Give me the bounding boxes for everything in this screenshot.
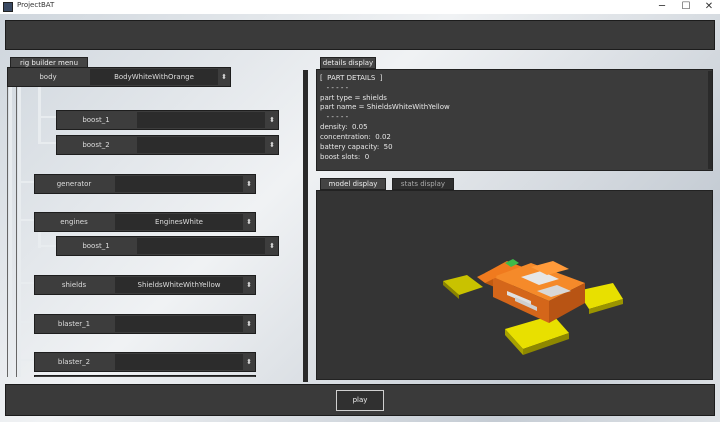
part-label: blaster_2	[57, 358, 91, 366]
top-toolbar	[5, 20, 715, 50]
tree-branch	[18, 282, 34, 284]
part-select-blaster-2[interactable]: blaster_2 ⬍	[34, 352, 256, 372]
part-select-shields[interactable]: shields ShieldsWhiteWithYellow ⬍	[34, 275, 256, 295]
model-viewport[interactable]	[316, 190, 713, 380]
part-value	[137, 112, 265, 128]
tree-branch	[38, 116, 56, 118]
part-value	[137, 238, 265, 254]
part-select-boost-2[interactable]: boost_2 ⬍	[56, 135, 279, 155]
tab-model-display[interactable]: model display	[320, 178, 386, 190]
details-line: battery capacity: 50	[320, 143, 393, 151]
dropdown-arrow-icon: ⬍	[221, 73, 227, 81]
part-label: boost_1	[82, 242, 110, 250]
dropdown-arrow-icon: ⬍	[246, 281, 252, 289]
details-line: - - - - -	[320, 84, 349, 92]
part-label: blaster_1	[57, 320, 91, 328]
tree-branch	[38, 142, 56, 144]
part-select-boost-1[interactable]: boost_1 ⬍	[56, 110, 279, 130]
tab-stats-display[interactable]: stats display	[392, 178, 454, 190]
details-display: [ PART DETAILS ] - - - - - part type = s…	[316, 69, 713, 171]
part-value: ShieldsWhiteWithYellow	[115, 277, 243, 293]
part-select-blaster-1[interactable]: blaster_1 ⬍	[34, 314, 256, 334]
details-line: boost slots: 0	[320, 153, 370, 161]
part-label: body	[39, 73, 57, 81]
window-title: ProjectBAT	[17, 1, 55, 9]
bottom-toolbar: play	[5, 384, 715, 416]
part-label: shields	[61, 281, 87, 289]
part-value	[115, 176, 243, 192]
details-line: - - - - -	[320, 113, 349, 121]
tree-branch	[18, 321, 34, 323]
part-label: generator	[56, 180, 92, 188]
tree-line	[18, 87, 21, 377]
part-value: BodyWhiteWithOrange	[90, 69, 218, 85]
part-value	[115, 316, 243, 332]
details-line: density: 0.05	[320, 123, 368, 131]
shield-part	[443, 275, 483, 295]
dropdown-arrow-icon: ⬍	[269, 242, 275, 250]
play-button[interactable]: play	[336, 390, 384, 411]
tree-branch	[18, 359, 34, 361]
part-label: boost_1	[82, 116, 110, 124]
tree-line	[16, 87, 17, 377]
details-line: concentration: 0.02	[320, 133, 391, 141]
dropdown-arrow-icon: ⬍	[246, 320, 252, 328]
tab-details-display[interactable]: details display	[320, 57, 376, 69]
part-select-engines-boost-1[interactable]: boost_1 ⬍	[56, 236, 279, 256]
tree-line	[9, 87, 12, 377]
rig-builder-menu: body BodyWhiteWithOrange ⬍ boost_1 ⬍ boo…	[5, 67, 298, 377]
minimize-button[interactable]: ─	[650, 0, 674, 14]
app-icon	[3, 2, 13, 12]
part-label: boost_2	[82, 141, 110, 149]
details-scrollbar[interactable]	[708, 71, 712, 169]
details-line: [ PART DETAILS ]	[320, 74, 383, 82]
part-value	[137, 137, 265, 153]
dropdown-arrow-icon: ⬍	[246, 180, 252, 188]
dropdown-arrow-icon: ⬍	[269, 116, 275, 124]
menu-scrollbar[interactable]	[303, 70, 308, 382]
details-line: part type = shields	[320, 94, 387, 102]
part-value	[115, 354, 243, 370]
rig-3d-model	[443, 259, 623, 355]
maximize-button[interactable]: ☐	[674, 0, 698, 14]
close-button[interactable]: ✕	[697, 0, 720, 14]
tree-branch	[18, 219, 34, 221]
part-value: EnginesWhite	[115, 214, 243, 230]
part-label: engines	[60, 218, 88, 226]
details-line: part name = ShieldsWhiteWithYellow	[320, 103, 450, 111]
app-frame: rig builder menu body BodyWhiteWithOrang…	[0, 14, 720, 422]
part-select-generator[interactable]: generator ⬍	[34, 174, 256, 194]
tree-line	[7, 87, 8, 377]
dropdown-arrow-icon: ⬍	[269, 141, 275, 149]
title-bar: ProjectBAT ─ ☐ ✕	[0, 0, 720, 14]
part-select-engines[interactable]: engines EnginesWhite ⬍	[34, 212, 256, 232]
dropdown-arrow-icon: ⬍	[246, 358, 252, 366]
dropdown-arrow-icon: ⬍	[246, 218, 252, 226]
tree-branch	[38, 245, 56, 247]
part-select-partial[interactable]	[34, 375, 256, 377]
part-select-body[interactable]: body BodyWhiteWithOrange ⬍	[7, 67, 231, 87]
tree-branch	[18, 181, 34, 183]
